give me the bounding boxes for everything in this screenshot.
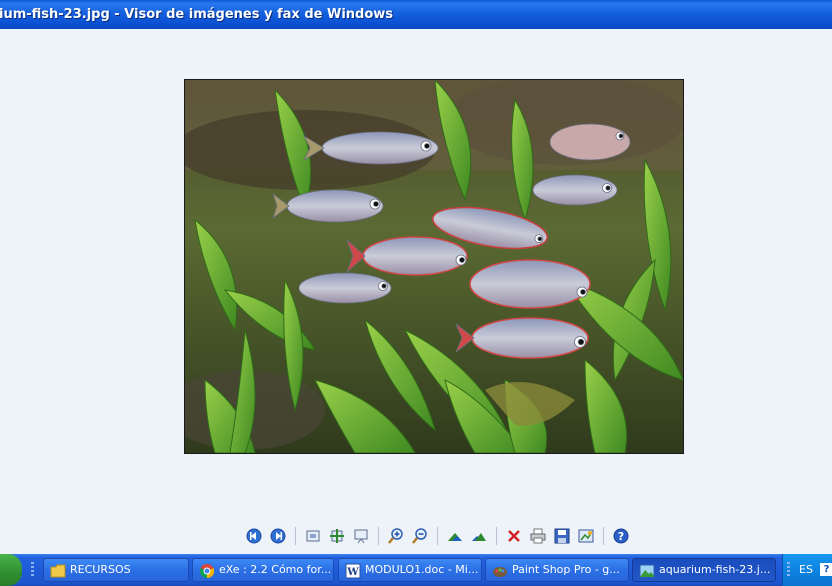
taskbar-item-label: MODULO1.doc - Mi... — [365, 563, 479, 576]
edit-icon — [578, 529, 594, 543]
slideshow-icon — [354, 529, 368, 544]
quick-launch-grip[interactable] — [31, 562, 34, 578]
print-icon — [530, 528, 546, 544]
taskbar-item-image-viewer[interactable]: aquarium-fish-23.j... — [632, 558, 776, 582]
toolbar-separator — [378, 527, 379, 545]
toolbar-separator — [295, 527, 296, 545]
taskbar: RECURSOS eXe : 2.2 Cómo for... W MODULO1… — [0, 554, 832, 586]
title-bar[interactable]: ium-fish-23.jpg - Visor de imágenes y fa… — [0, 0, 832, 29]
actual-size-icon — [330, 529, 344, 543]
delete-icon — [508, 530, 520, 542]
rotate-counterclockwise-button[interactable] — [469, 526, 489, 546]
viewer-toolbar: ? — [244, 524, 631, 548]
window-title: ium-fish-23.jpg - Visor de imágenes y fa… — [0, 7, 394, 22]
paint-shop-pro-icon — [493, 567, 507, 577]
tray-grip[interactable] — [787, 562, 790, 578]
best-fit-button[interactable] — [303, 526, 323, 546]
zoom-out-icon — [412, 528, 427, 544]
help-icon[interactable]: ? — [820, 563, 832, 576]
system-tray: ES ? — [782, 554, 832, 586]
copy-to-button[interactable] — [552, 526, 572, 546]
zoom-out-button[interactable] — [410, 526, 430, 546]
folder-icon — [50, 564, 66, 578]
svg-text:W: W — [346, 567, 359, 578]
taskbar-item-label: RECURSOS — [70, 563, 131, 576]
help-button[interactable]: ? — [611, 526, 631, 546]
start-button[interactable] — [0, 554, 22, 586]
language-indicator[interactable]: ES — [799, 563, 813, 576]
previous-image-button[interactable] — [244, 526, 264, 546]
taskbar-item-recursos[interactable]: RECURSOS — [43, 558, 189, 582]
image-viewer-icon — [639, 564, 655, 578]
rotate-clockwise-button[interactable] — [445, 526, 465, 546]
delete-button[interactable] — [504, 526, 524, 546]
rotate-counterclockwise-icon — [472, 533, 486, 541]
previous-image-icon — [246, 528, 262, 544]
best-fit-icon — [306, 530, 320, 542]
slideshow-button[interactable] — [351, 526, 371, 546]
zoom-in-button[interactable] — [386, 526, 406, 546]
print-button[interactable] — [528, 526, 548, 546]
rotate-clockwise-icon — [448, 533, 462, 541]
svg-text:?: ? — [618, 530, 624, 543]
taskbar-item-chrome[interactable]: eXe : 2.2 Cómo for... — [192, 558, 334, 582]
taskbar-item-word[interactable]: W MODULO1.doc - Mi... — [338, 558, 482, 582]
next-image-icon — [270, 528, 286, 544]
word-icon: W — [345, 563, 361, 579]
help-icon: ? — [613, 528, 629, 544]
toolbar-separator — [437, 527, 438, 545]
zoom-in-icon — [388, 528, 403, 544]
chrome-icon — [199, 564, 215, 579]
taskbar-item-label: eXe : 2.2 Cómo for... — [219, 563, 332, 576]
open-for-editing-button[interactable] — [576, 526, 596, 546]
taskbar-item-label: Paint Shop Pro - g... — [512, 563, 620, 576]
taskbar-item-paint-shop-pro[interactable]: Paint Shop Pro - g... — [485, 558, 629, 582]
toolbar-separator — [496, 527, 497, 545]
next-image-button[interactable] — [268, 526, 288, 546]
toolbar-separator — [603, 527, 604, 545]
taskbar-item-label: aquarium-fish-23.j... — [659, 563, 771, 576]
displayed-image — [184, 79, 684, 454]
save-icon — [554, 528, 570, 544]
actual-size-button[interactable] — [327, 526, 347, 546]
